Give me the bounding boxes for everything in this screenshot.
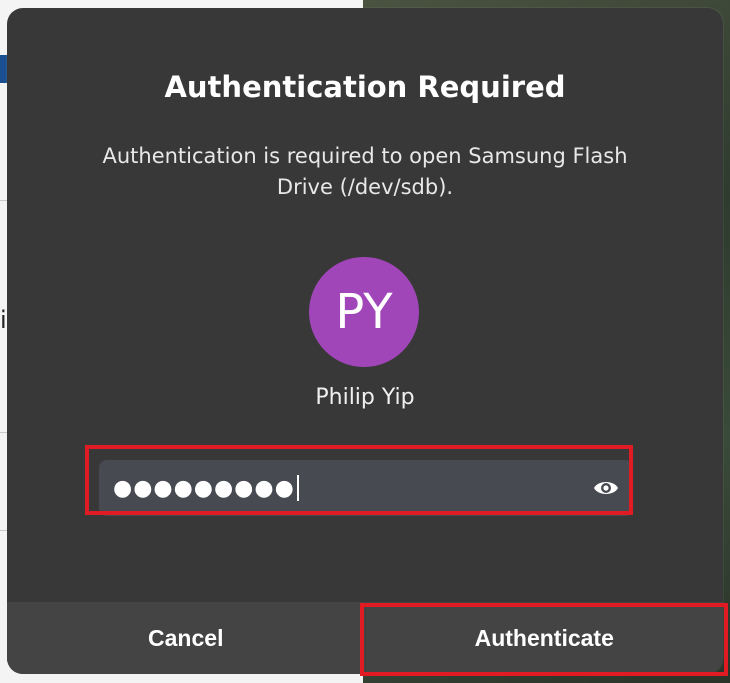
avatar-initials: PY — [335, 284, 393, 340]
authenticate-highlight-box — [360, 603, 728, 676]
dialog-title: Authentication Required — [164, 70, 566, 104]
background-text: i — [0, 306, 7, 334]
password-highlight-box — [85, 445, 633, 515]
user-name: Philip Yip — [315, 385, 415, 410]
authentication-dialog: Authentication Required Authentication i… — [7, 8, 723, 674]
dialog-message: Authentication is required to open Samsu… — [102, 144, 628, 199]
cancel-button[interactable]: Cancel — [7, 602, 365, 674]
user-avatar: PY — [309, 257, 419, 367]
